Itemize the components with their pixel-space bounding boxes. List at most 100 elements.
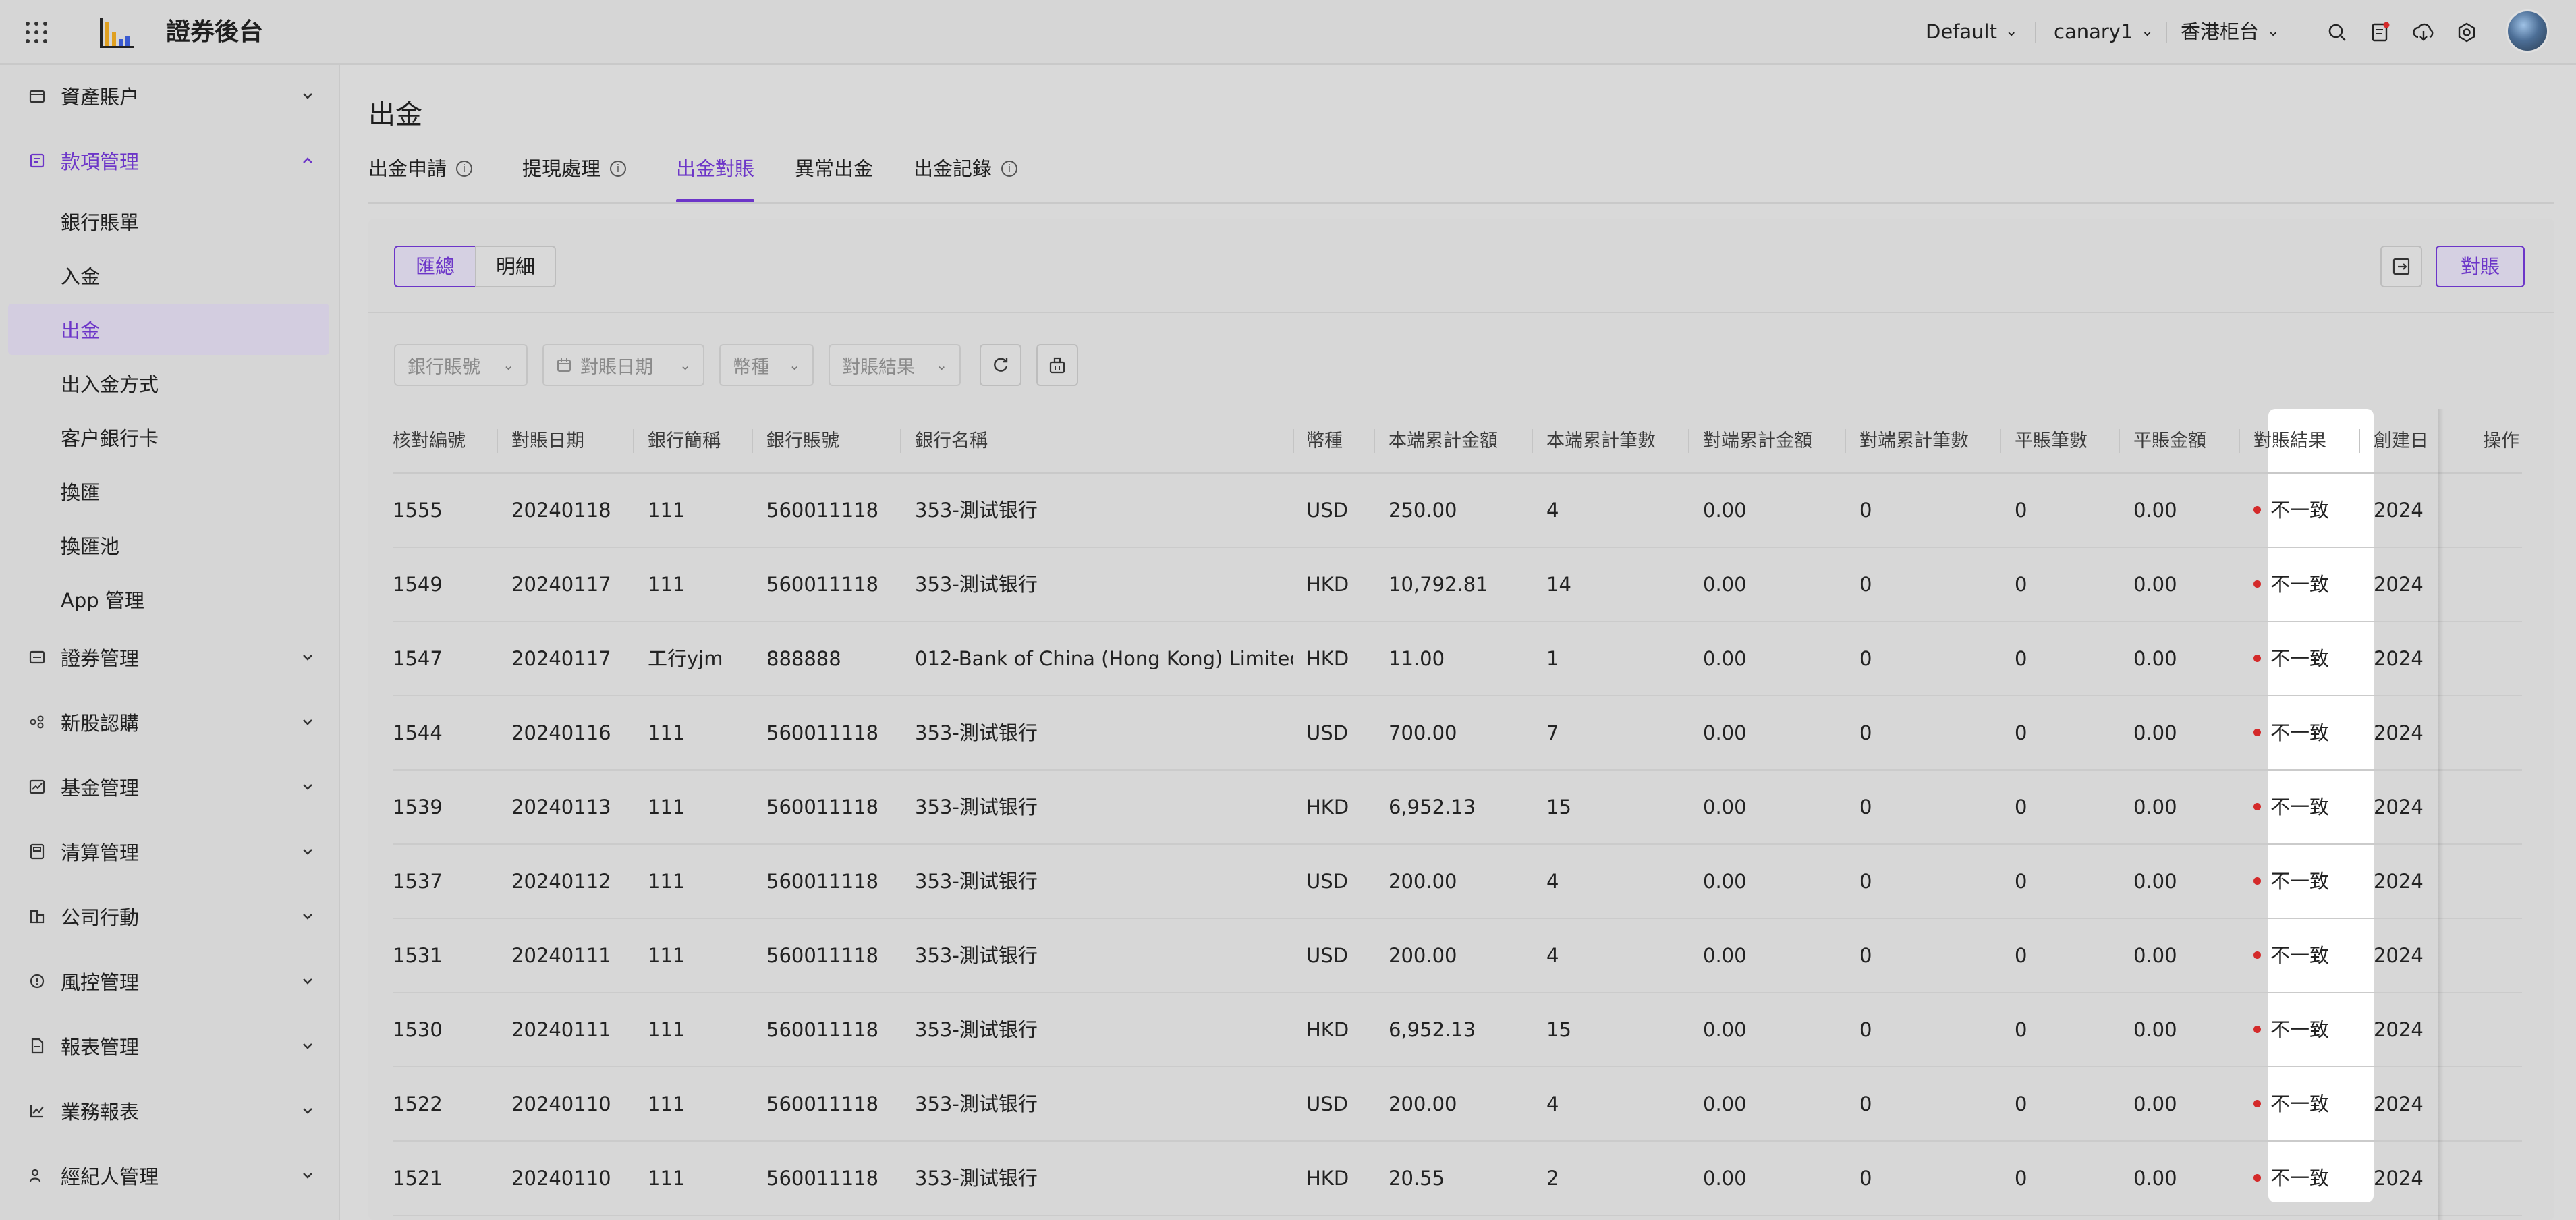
sidebar-group-reports[interactable]: 報表管理 <box>0 1024 340 1068</box>
table-row[interactable]: 1549 20240117 111 560011118 353-測试银行 HKD 10,79… <box>393 548 2522 622</box>
column-divider <box>2239 429 2240 453</box>
recon-result-placeholder: 對賬結果 <box>842 356 915 378</box>
sidebar-group-ipo[interactable]: 新股認購 <box>0 700 340 744</box>
table-row[interactable]: 1544 20240116 111 560011118 353-測试银行 USD 700.0… <box>393 696 2522 771</box>
recon-date-filter[interactable]: 對賬日期 ⌄ <box>542 344 704 386</box>
table-cell: 2 <box>1546 1167 1559 1190</box>
export-button[interactable] <box>2380 246 2422 287</box>
info-icon[interactable]: i <box>456 161 473 177</box>
sidebar-group-label: 風控管理 <box>61 971 140 994</box>
sidebar-item-fx-pool[interactable]: 換匯池 <box>8 520 329 571</box>
table-row[interactable]: 1537 20240112 111 560011118 353-測试银行 USD 200.0… <box>393 845 2522 919</box>
download-icon[interactable] <box>2411 20 2436 45</box>
table-row[interactable]: 1531 20240111 111 560011118 353-測试银行 USD 200.0… <box>393 919 2522 993</box>
table-row[interactable]: 1522 20240110 111 560011118 353-測试银行 USD 200.0… <box>393 1068 2522 1142</box>
sidebar-item-client-bank-cards[interactable]: 客户銀行卡 <box>8 412 329 463</box>
sidebar-item-withdrawal[interactable]: 出金 <box>8 304 329 355</box>
table-row[interactable]: 1555 20240118 111 560011118 353-測试银行 USD 250.0… <box>393 474 2522 548</box>
detail-toggle[interactable]: 明細 <box>475 246 556 287</box>
sidebar-group-label: 資產賬户 <box>61 86 140 109</box>
reconcile-button[interactable]: 對賬 <box>2436 246 2525 287</box>
table-header: 核對編號 對賬日期 銀行簡稱 銀行賬號 銀行名稱 幣種 本端累計金額 本端累計筆數 對端累計金額… <box>393 409 2522 474</box>
sidebar-group-clearing[interactable]: 清算管理 <box>0 830 340 873</box>
sidebar-item-payment-methods[interactable]: 出入金方式 <box>8 358 329 409</box>
tab-abnormal-withdrawal[interactable]: 異常出金 <box>795 155 873 202</box>
sidebar-group-brokers[interactable]: 經紀人管理 <box>0 1154 340 1197</box>
table-cell: 560011118 <box>766 573 879 596</box>
table-cell: 4 <box>1546 499 1559 522</box>
clear-filters-button[interactable] <box>1036 344 1078 386</box>
recon-result-cell: 不一致 <box>2253 696 2361 769</box>
table-cell: 0.00 <box>2133 1167 2177 1190</box>
table-cell: 4 <box>1546 1092 1559 1115</box>
user-select[interactable]: canary1 ⌄ <box>2054 16 2154 47</box>
table-row[interactable]: 1521 20240110 111 560011118 353-測试银行 HKD 20.55… <box>393 1142 2522 1216</box>
table-cell: 200.00 <box>1389 1092 1457 1115</box>
tab-withdrawal-processing[interactable]: 提現處理 i <box>522 155 627 202</box>
table-cell: 工行yjm <box>648 647 723 670</box>
tab-withdrawal-records[interactable]: 出金記錄 i <box>914 155 1018 202</box>
table-cell: 20240116 <box>511 721 611 744</box>
sidebar-item-fx-exchange[interactable]: 換匯 <box>8 466 329 517</box>
sidebar-item-app-management[interactable]: App 管理 <box>8 574 329 625</box>
sidebar-item-label: 出入金方式 <box>61 373 159 396</box>
divider <box>2035 22 2036 43</box>
info-icon[interactable]: i <box>1001 161 1018 177</box>
currency-placeholder: 幣種 <box>733 356 769 378</box>
column-header: 核對編號 <box>393 431 466 451</box>
sidebar-group-business-reports[interactable]: 業務報表 <box>0 1089 340 1132</box>
environment-value: Default <box>1926 20 1997 43</box>
recon-result-text: 不一致 <box>2270 944 2330 967</box>
currency-filter[interactable]: 幣種 ⌄ <box>719 344 814 386</box>
bank-account-filter[interactable]: 銀行賬號 ⌄ <box>394 344 528 386</box>
table-cell: 0.00 <box>2133 499 2177 522</box>
recon-result-cell: 不一致 <box>2253 771 2361 843</box>
tab-withdrawal-reconciliation[interactable]: 出金對賬 <box>676 155 755 202</box>
sidebar-group-label: 清算管理 <box>61 841 140 864</box>
chevron-down-icon: ⌄ <box>679 357 691 373</box>
app-grid-icon[interactable] <box>26 22 47 43</box>
column-divider <box>1688 429 1689 453</box>
table-cell: 0.00 <box>1703 721 1747 744</box>
table-row[interactable]: 1530 20240111 111 560011118 353-測试银行 HKD 6,952… <box>393 993 2522 1068</box>
avatar[interactable] <box>2506 9 2549 53</box>
table-cell: 888888 <box>766 647 841 670</box>
recon-result-text: 不一致 <box>2270 1018 2330 1041</box>
column-header: 操作 <box>2483 431 2519 451</box>
sidebar-group-funds[interactable]: 款項管理 <box>0 139 340 182</box>
summary-toggle[interactable]: 匯總 <box>394 246 476 287</box>
sidebar-group-assets[interactable]: 資產賬户 <box>0 74 340 117</box>
sidebar-group-securities[interactable]: 證券管理 <box>0 636 340 679</box>
table-cell: 0 <box>2015 573 2027 596</box>
table-cell: HKD <box>1306 573 1349 596</box>
sidebar-item-deposit[interactable]: 入金 <box>8 250 329 301</box>
recon-result-cell: 不一致 <box>2253 993 2361 1066</box>
task-icon[interactable] <box>2368 20 2392 45</box>
sidebar-group-fund[interactable]: 基金管理 <box>0 765 340 808</box>
refresh-button[interactable] <box>980 344 1021 386</box>
table-cell: 0 <box>1859 1167 1872 1190</box>
environment-select[interactable]: Default ⌄ <box>1926 16 2017 47</box>
clear-icon <box>1049 357 1065 374</box>
table-cell: 0.00 <box>2133 721 2177 744</box>
recon-result-filter[interactable]: 對賬結果 ⌄ <box>829 344 961 386</box>
status-dot-icon <box>2253 1173 2261 1182</box>
table-cell: 0.00 <box>1703 1092 1747 1115</box>
settings-icon[interactable] <box>2455 20 2479 45</box>
column-header: 對賬日期 <box>511 431 584 451</box>
table-row[interactable]: 1547 20240117 工行yjm 888888 012-Bank of China… <box>393 622 2522 696</box>
search-icon[interactable] <box>2325 20 2349 45</box>
sidebar-group-corporate-actions[interactable]: 公司行動 <box>0 895 340 938</box>
sidebar-group-risk[interactable]: 風控管理 <box>0 960 340 1003</box>
table-row[interactable]: 1539 20240113 111 560011118 353-測试银行 HKD 6,952… <box>393 771 2522 845</box>
tab-label: 提現處理 <box>522 157 601 180</box>
tab-withdrawal-application[interactable]: 出金申請 i <box>368 155 473 202</box>
table-cell: 560011118 <box>766 721 879 744</box>
info-icon[interactable]: i <box>610 161 627 177</box>
table-cell: 1522 <box>393 1092 443 1115</box>
counter-select[interactable]: 香港柜台 ⌄ <box>2181 16 2279 47</box>
table-cell: 11.00 <box>1389 647 1445 670</box>
sidebar-item-bank-statement[interactable]: 銀行賬單 <box>8 196 329 247</box>
column-header: 本端累計金額 <box>1389 431 1498 451</box>
column-divider <box>1845 429 1846 453</box>
